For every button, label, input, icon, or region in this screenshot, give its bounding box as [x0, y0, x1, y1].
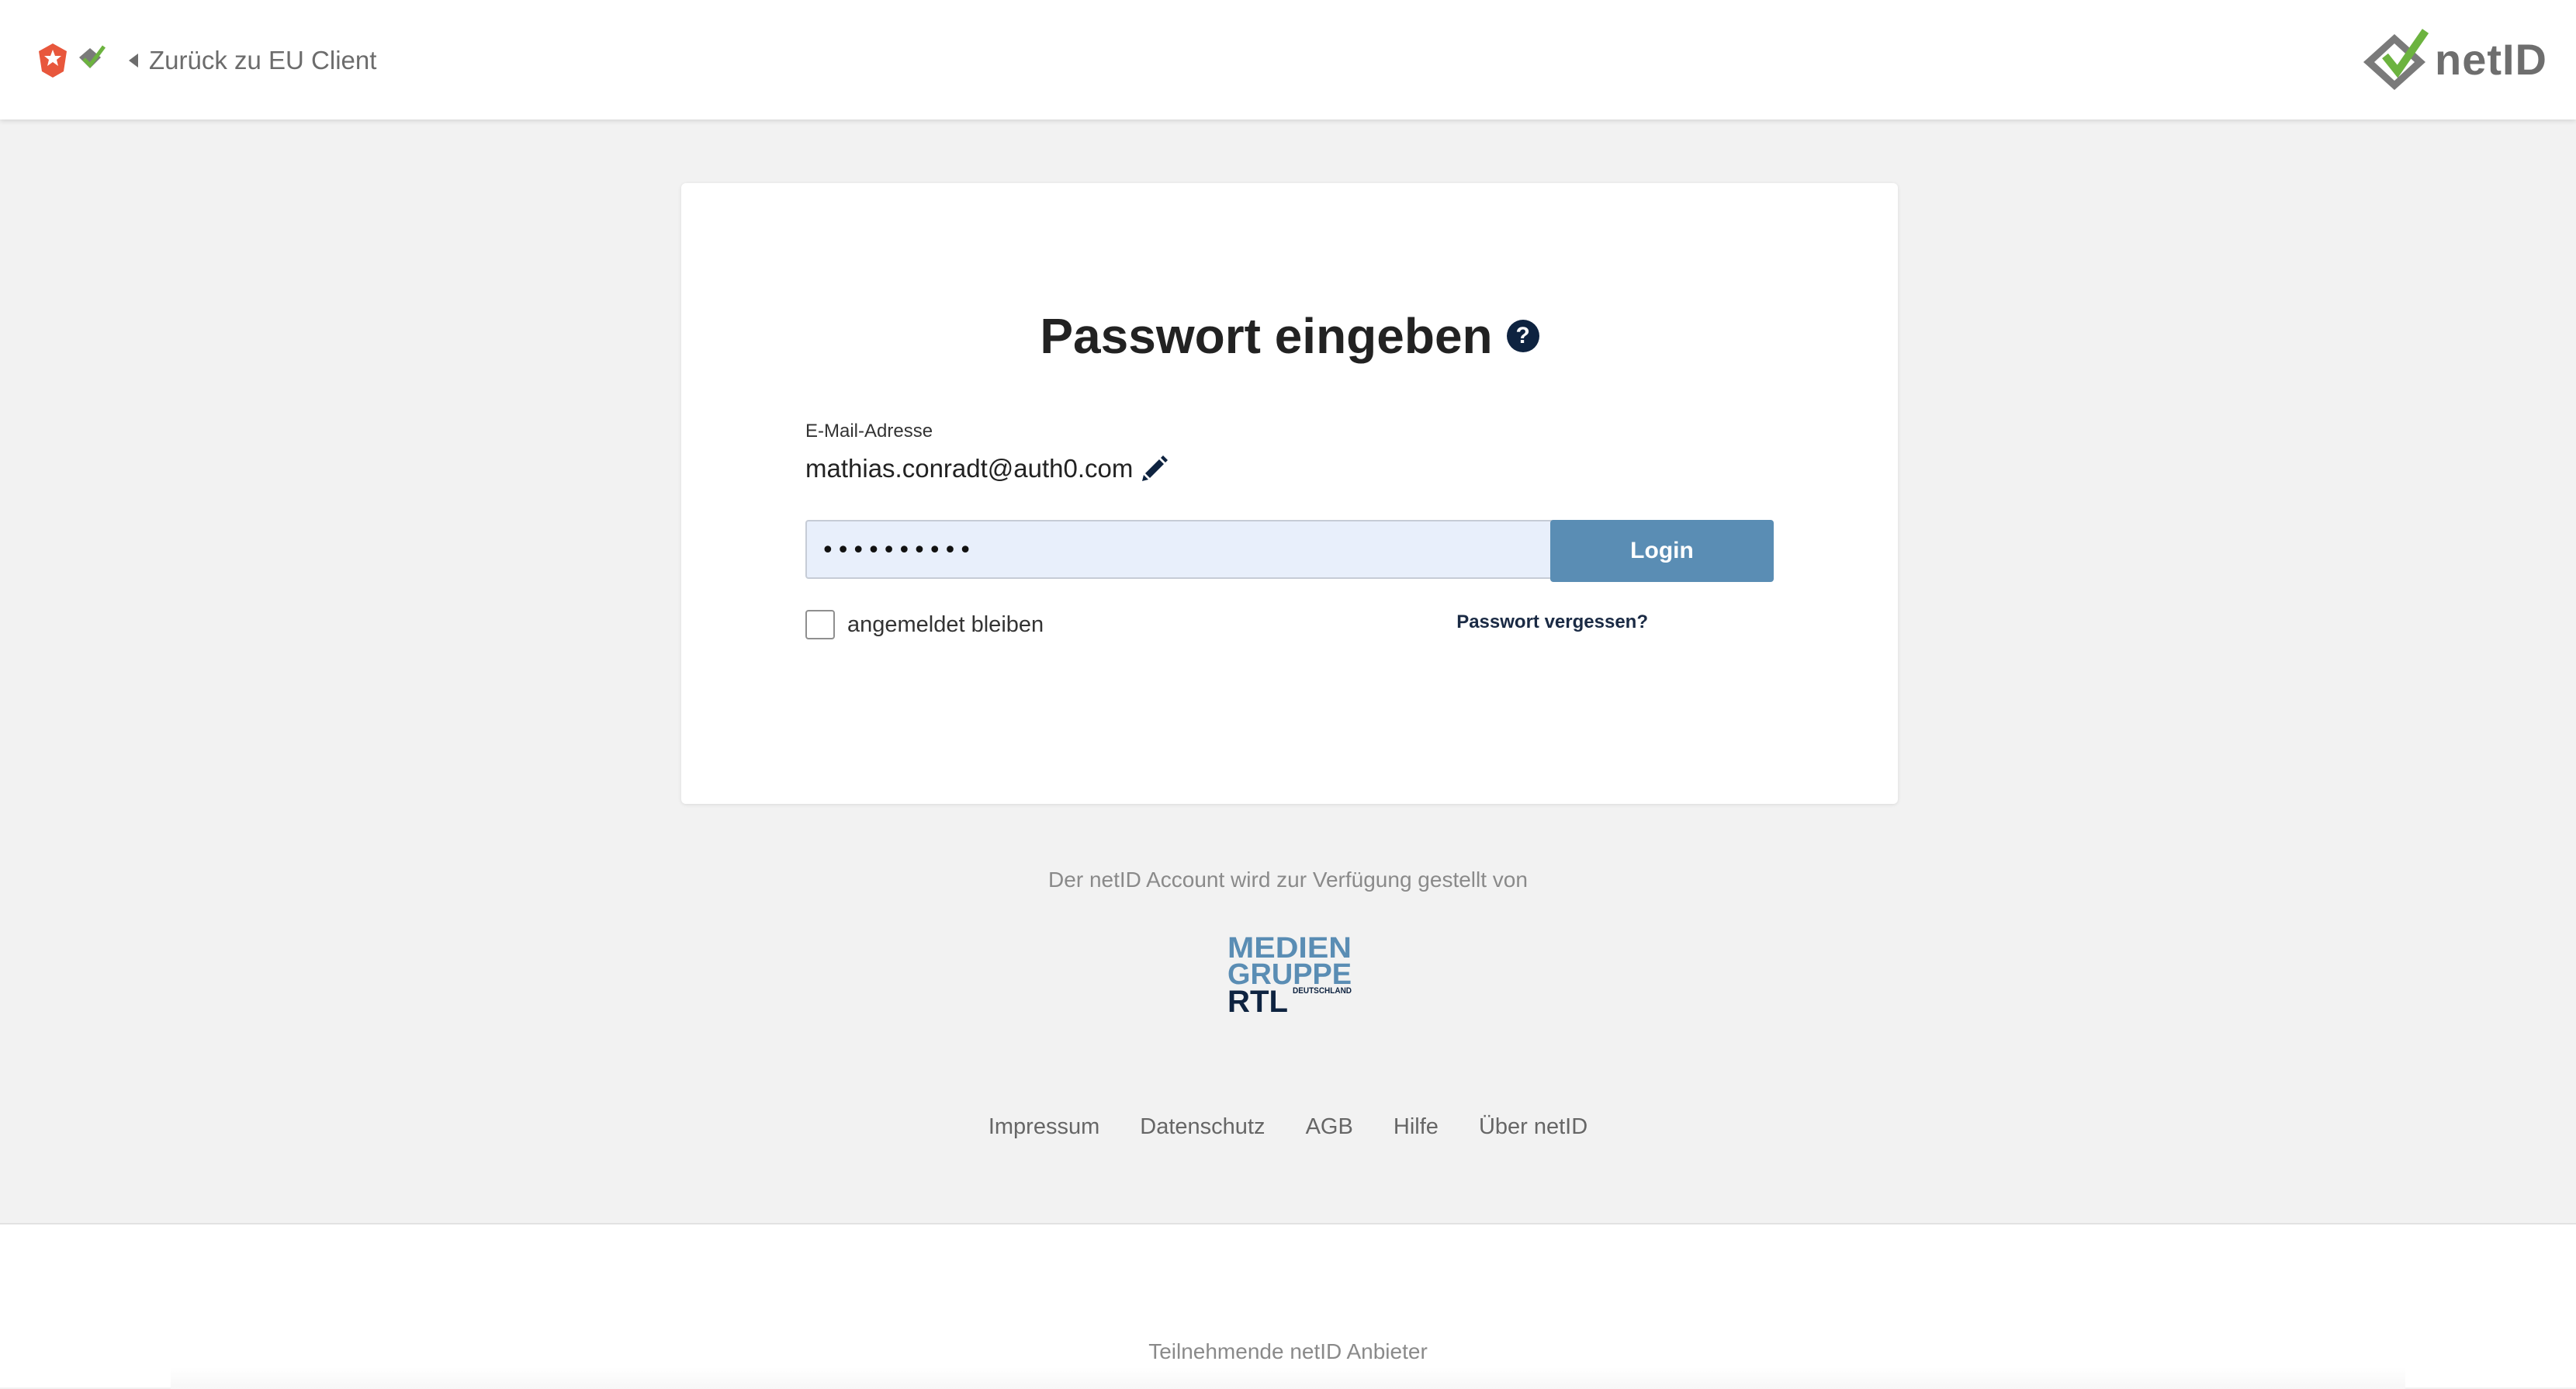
forgot-password-link[interactable]: Passwort vergessen? [1343, 611, 1648, 633]
header: Zurück zu EU Client netID [0, 0, 2576, 120]
back-to-client-link[interactable]: Zurück zu EU Client [129, 40, 376, 81]
login-button[interactable]: Login [1550, 520, 1774, 582]
footer-link-hilfe[interactable]: Hilfe [1394, 1114, 1439, 1139]
netid-brand-name: netID [2435, 34, 2547, 84]
svg-text:DEUTSCHLAND: DEUTSCHLAND [1293, 986, 1352, 996]
client-logo-icon [39, 43, 106, 78]
pencil-icon[interactable] [1139, 453, 1170, 484]
netid-logo-icon [2363, 29, 2429, 90]
footer-link-ueber-netid[interactable]: Über netID [1479, 1114, 1587, 1139]
footer-link-datenschutz[interactable]: Datenschutz [1140, 1114, 1265, 1139]
login-card: Passwort eingeben? E-Mail-Adresse mathia… [681, 183, 1898, 804]
question-icon[interactable]: ? [1506, 320, 1539, 352]
email-label: E-Mail-Adresse [805, 421, 933, 442]
remember-me-checkbox[interactable] [805, 610, 835, 639]
mediengruppe-rtl-logo[interactable]: MEDIEN GRUPPE RTL DEUTSCHLAND [1227, 931, 1355, 1018]
footer-link-agb[interactable]: AGB [1306, 1114, 1353, 1139]
page-title: Passwort eingeben [1040, 308, 1493, 364]
email-value: mathias.conradt@auth0.com [805, 454, 1134, 483]
svg-text:RTL: RTL [1227, 985, 1288, 1018]
email-row: mathias.conradt@auth0.com [805, 447, 1170, 490]
chevron-left-icon [129, 54, 138, 68]
remember-me-option[interactable]: angemeldet bleiben [805, 608, 1044, 641]
provider-text: Der netID Account wird zur Verfügung ges… [1048, 868, 1528, 892]
partners-title: Teilnehmende netID Anbieter [1148, 1339, 1428, 1363]
remember-me-label: angemeldet bleiben [847, 611, 1044, 637]
footer-links: Impressum Datenschutz AGB Hilfe Über net… [0, 1114, 2576, 1140]
back-link-label: Zurück zu EU Client [149, 46, 377, 74]
partners-list-fade [171, 1367, 2405, 1389]
netid-logo: netID [2359, 20, 2547, 98]
password-input[interactable] [819, 521, 1567, 579]
password-field[interactable] [805, 520, 1648, 579]
footer-link-impressum[interactable]: Impressum [989, 1114, 1099, 1139]
title-row: Passwort eingeben? [681, 307, 1898, 365]
partners-section: Teilnehmende netID Anbieter [0, 1223, 2576, 1389]
